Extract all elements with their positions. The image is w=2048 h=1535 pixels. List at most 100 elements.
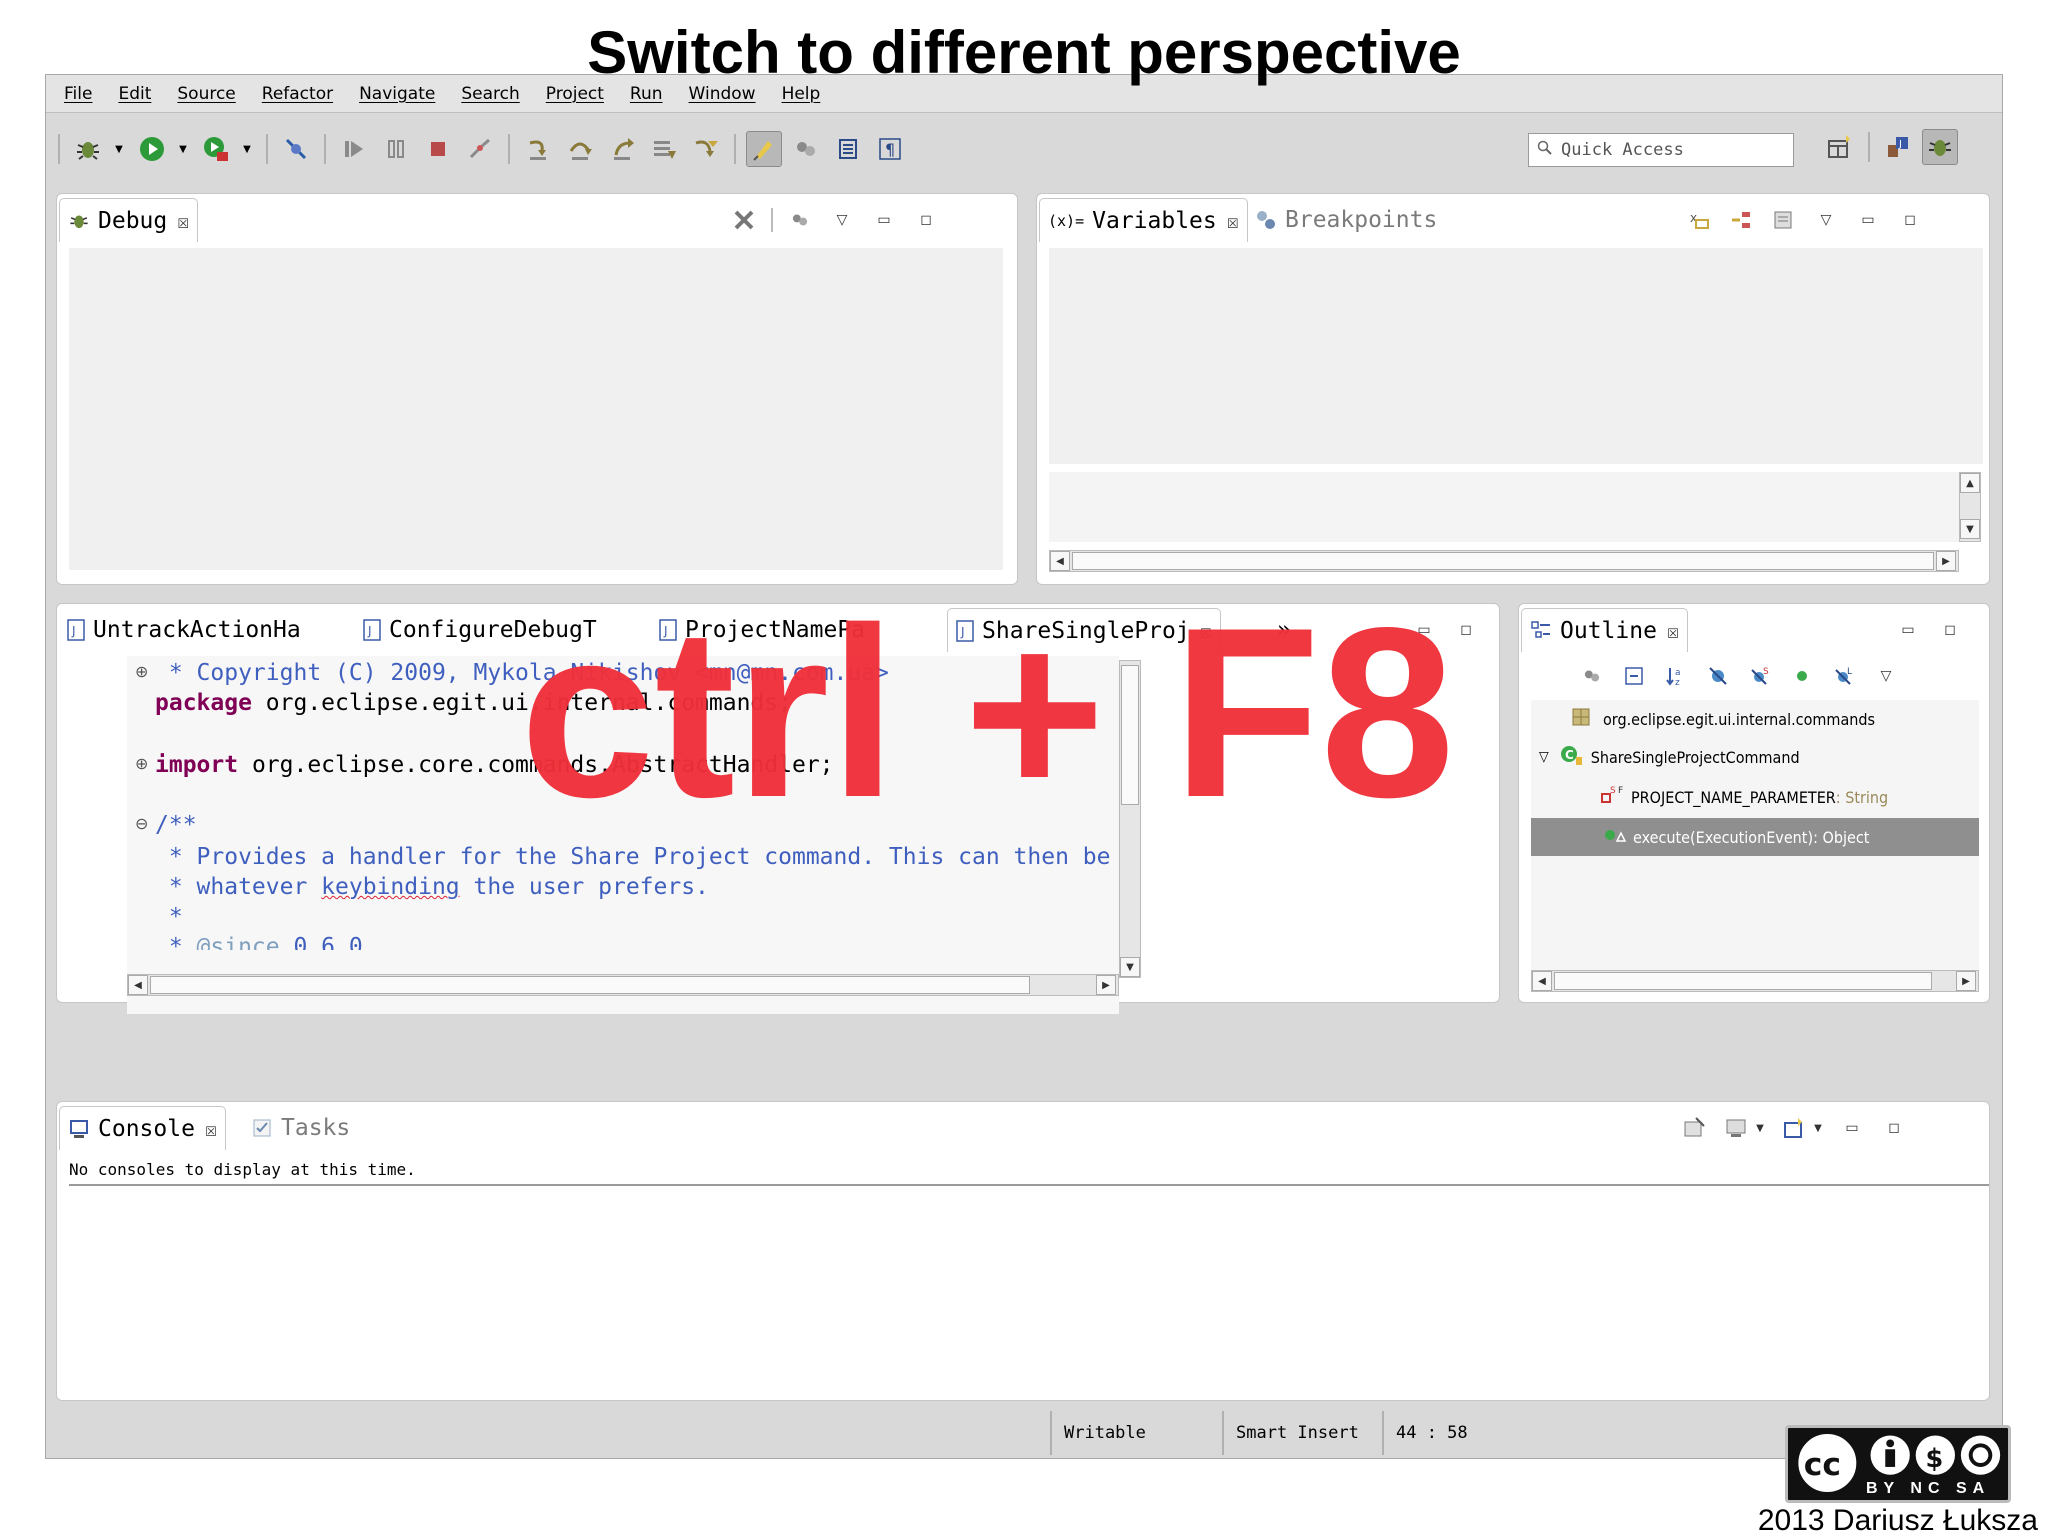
expand-fold-icon[interactable]: ⊕ [135, 754, 148, 773]
use-step-filters-icon[interactable] [688, 131, 724, 167]
hide-local-types-icon[interactable]: L [1829, 662, 1859, 690]
collapse-all-icon[interactable] [1619, 662, 1649, 690]
tree-node-class[interactable]: ▽ C ShareSingleProjectCommand [1539, 740, 1800, 774]
perspective-switcher: J [1822, 129, 1964, 165]
minimize-icon[interactable]: ▭ [1853, 206, 1883, 234]
scroll-thumb[interactable] [1072, 552, 1934, 570]
javadoc-tag: @since [196, 934, 280, 950]
collapse-triangle-icon[interactable]: ▽ [1539, 749, 1549, 765]
maximize-icon[interactable]: ◻ [911, 206, 941, 234]
show-selected-icon[interactable] [785, 206, 815, 234]
suspend-icon[interactable] [378, 131, 414, 167]
show-type-names-icon[interactable]: x [1685, 206, 1715, 234]
show-whitespace-icon[interactable]: ¶ [872, 131, 908, 167]
view-menu-icon[interactable]: ▽ [827, 206, 857, 234]
shortcut-overlay: ctrl + F8 [520, 578, 1455, 848]
remove-terminated-icon[interactable] [729, 206, 759, 234]
console-view-tools: ▼ ▼ ▭ ◻ [1667, 1114, 1909, 1142]
expand-fold-icon[interactable]: ⊕ [135, 662, 148, 681]
minimize-icon[interactable]: ▭ [1837, 1114, 1867, 1142]
scroll-down-icon[interactable]: ▼ [1960, 519, 1980, 539]
scroll-left-icon[interactable]: ◀ [1532, 971, 1552, 991]
close-icon[interactable]: ☒ [1227, 209, 1239, 233]
outline-tree[interactable]: org.eclipse.egit.ui.internal.commands ▽ … [1531, 700, 1979, 990]
tree-node-field[interactable]: SF PROJECT_NAME_PARAMETER : String [1601, 780, 1888, 814]
scroll-thumb[interactable] [1554, 972, 1932, 990]
code-text: * whatever [155, 874, 322, 900]
maximize-icon[interactable]: ◻ [1451, 616, 1481, 644]
open-console-icon[interactable] [1779, 1114, 1809, 1142]
collapse-fold-icon[interactable]: ⊖ [135, 814, 148, 833]
terminate-icon[interactable] [420, 131, 456, 167]
dropdown-icon[interactable]: ▼ [1753, 1114, 1767, 1142]
tab-debug[interactable]: Debug ☒ [59, 198, 199, 242]
scroll-left-icon[interactable]: ◀ [128, 975, 148, 995]
open-perspective-icon[interactable] [1822, 129, 1858, 165]
debug-bug-icon[interactable] [70, 131, 106, 167]
scroll-right-icon[interactable]: ▶ [1096, 975, 1116, 995]
disconnect-icon[interactable] [462, 131, 498, 167]
tab-variables[interactable]: (x)= Variables ☒ [1039, 198, 1248, 242]
show-selected-icon[interactable] [1577, 662, 1607, 690]
hide-static-icon[interactable]: S [1745, 662, 1775, 690]
variables-horizontal-scrollbar[interactable]: ◀ ▶ [1049, 550, 1959, 572]
scroll-right-icon[interactable]: ▶ [1936, 551, 1956, 571]
tree-node-package[interactable]: org.eclipse.egit.ui.internal.commands [1571, 702, 1875, 736]
debug-dropdown-icon[interactable]: ▼ [112, 131, 126, 167]
tab-breakpoints[interactable]: Breakpoints [1247, 198, 1445, 242]
display-selected-console-icon[interactable] [1721, 1114, 1751, 1142]
variables-vertical-scrollbar[interactable]: ▲ ▼ [1959, 472, 1981, 542]
breakpoints-icon [1255, 209, 1277, 231]
scroll-down-icon[interactable]: ▼ [1120, 957, 1140, 977]
close-icon[interactable]: ☒ [205, 1117, 217, 1141]
variables-detail-pane[interactable] [1049, 472, 1959, 542]
step-over-icon[interactable] [562, 131, 598, 167]
maximize-icon[interactable]: ◻ [1895, 206, 1925, 234]
outline-toolbar: az S L ▽ [1565, 662, 1901, 690]
collapse-all-icon[interactable] [1769, 206, 1799, 234]
pin-console-icon[interactable] [1679, 1114, 1709, 1142]
scroll-right-icon[interactable]: ▶ [1956, 971, 1976, 991]
java-perspective-icon[interactable]: J [1880, 129, 1916, 165]
step-return-icon[interactable] [604, 131, 640, 167]
close-icon[interactable]: ☒ [1667, 619, 1679, 643]
minimize-icon[interactable]: ▭ [869, 206, 899, 234]
external-tools-icon[interactable] [198, 131, 234, 167]
show-logical-structure-icon[interactable] [1727, 206, 1757, 234]
variables-tree-area[interactable] [1049, 248, 1983, 464]
scroll-left-icon[interactable]: ◀ [1050, 551, 1070, 571]
skip-breakpoints-icon[interactable] [278, 131, 314, 167]
view-menu-icon[interactable]: ▽ [1811, 206, 1841, 234]
hide-fields-icon[interactable] [1703, 662, 1733, 690]
resume-icon[interactable] [336, 131, 372, 167]
close-icon[interactable]: ☒ [177, 209, 189, 233]
run-icon[interactable] [134, 131, 170, 167]
scroll-up-icon[interactable]: ▲ [1960, 473, 1980, 493]
external-tools-dropdown-icon[interactable]: ▼ [240, 131, 254, 167]
toggle-highlight-icon[interactable] [746, 131, 782, 167]
step-into-icon[interactable] [520, 131, 556, 167]
block-selection-icon[interactable] [830, 131, 866, 167]
show-selected-icon[interactable] [788, 131, 824, 167]
scroll-thumb[interactable] [150, 976, 1030, 994]
tab-untrack-action-handler[interactable]: J UntrackActionHa [59, 608, 309, 652]
run-dropdown-icon[interactable]: ▼ [176, 131, 190, 167]
tab-outline[interactable]: Outline ☒ [1521, 608, 1688, 652]
maximize-icon[interactable]: ◻ [1879, 1114, 1909, 1142]
quick-access-field[interactable]: Quick Access [1528, 133, 1794, 167]
tree-node-method-selected[interactable]: execute(ExecutionEvent) : Object [1531, 818, 1979, 856]
dropdown-icon[interactable]: ▼ [1811, 1114, 1825, 1142]
outline-horizontal-scrollbar[interactable]: ◀ ▶ [1531, 970, 1979, 992]
tab-tasks[interactable]: Tasks [243, 1106, 358, 1150]
tab-console[interactable]: Console ☒ [59, 1106, 226, 1150]
debug-tree-area[interactable] [69, 248, 1003, 570]
hide-non-public-icon[interactable] [1787, 662, 1817, 690]
editor-horizontal-scrollbar[interactable]: ◀ ▶ [127, 974, 1119, 996]
status-writable: Writable [1050, 1411, 1222, 1455]
debug-perspective-icon[interactable] [1922, 129, 1958, 165]
minimize-icon[interactable]: ▭ [1893, 616, 1923, 644]
maximize-icon[interactable]: ◻ [1935, 616, 1965, 644]
sort-icon[interactable]: az [1661, 662, 1691, 690]
view-menu-icon[interactable]: ▽ [1871, 662, 1901, 690]
drop-to-frame-icon[interactable] [646, 131, 682, 167]
